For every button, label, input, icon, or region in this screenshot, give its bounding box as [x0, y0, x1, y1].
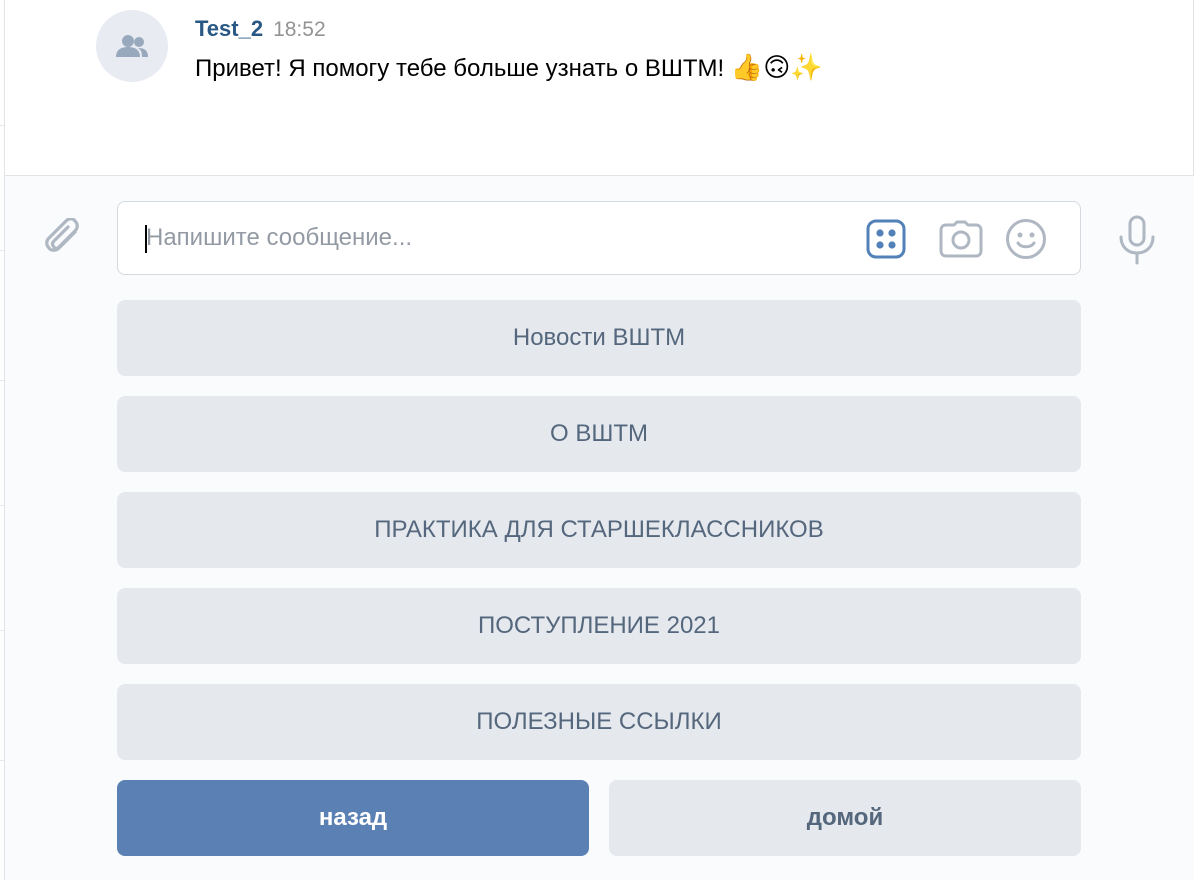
composer-panel: Новости ВШТМ О ВШТМ ПРАКТИКА ДЛЯ СТАРШЕК… — [5, 175, 1194, 880]
emoji-button[interactable] — [1003, 216, 1049, 262]
bot-keyboard-button[interactable] — [863, 216, 909, 262]
voice-message-button[interactable] — [1113, 214, 1161, 266]
message-emojis: 👍🙃✨ — [730, 52, 823, 82]
keyboard-button-practice[interactable]: ПРАКТИКА ДЛЯ СТАРШЕКЛАССНИКОВ — [117, 492, 1081, 568]
message-time: 18:52 — [273, 18, 326, 41]
keyboard-button-about[interactable]: О ВШТМ — [117, 396, 1081, 472]
camera-button[interactable] — [938, 216, 984, 262]
keyboard-button-admission[interactable]: ПОСТУПЛЕНИЕ 2021 — [117, 588, 1081, 664]
message-header: Test_2 18:52 — [195, 16, 326, 42]
keyboard-button-links[interactable]: ПОЛЕЗНЫЕ ССЫЛКИ — [117, 684, 1081, 760]
message-input-box[interactable] — [117, 201, 1081, 275]
smile-icon — [1006, 219, 1046, 259]
microphone-icon — [1119, 215, 1155, 265]
back-button[interactable]: назад — [117, 780, 589, 856]
message-body: Привет! Я помогу тебе больше узнать о ВШ… — [195, 55, 725, 82]
paperclip-icon — [45, 218, 79, 252]
camera-icon — [939, 220, 983, 258]
home-button[interactable]: домой — [609, 780, 1081, 856]
author-name[interactable]: Test_2 — [195, 16, 263, 41]
attach-button[interactable] — [41, 216, 89, 264]
bot-keyboard-icon — [866, 219, 906, 259]
avatar[interactable] — [96, 10, 168, 82]
message-input[interactable] — [146, 216, 846, 260]
message-text: Привет! Я помогу тебе больше узнать о ВШ… — [195, 52, 823, 83]
group-avatar-icon — [116, 35, 148, 57]
keyboard-button-news[interactable]: Новости ВШТМ — [117, 300, 1081, 376]
